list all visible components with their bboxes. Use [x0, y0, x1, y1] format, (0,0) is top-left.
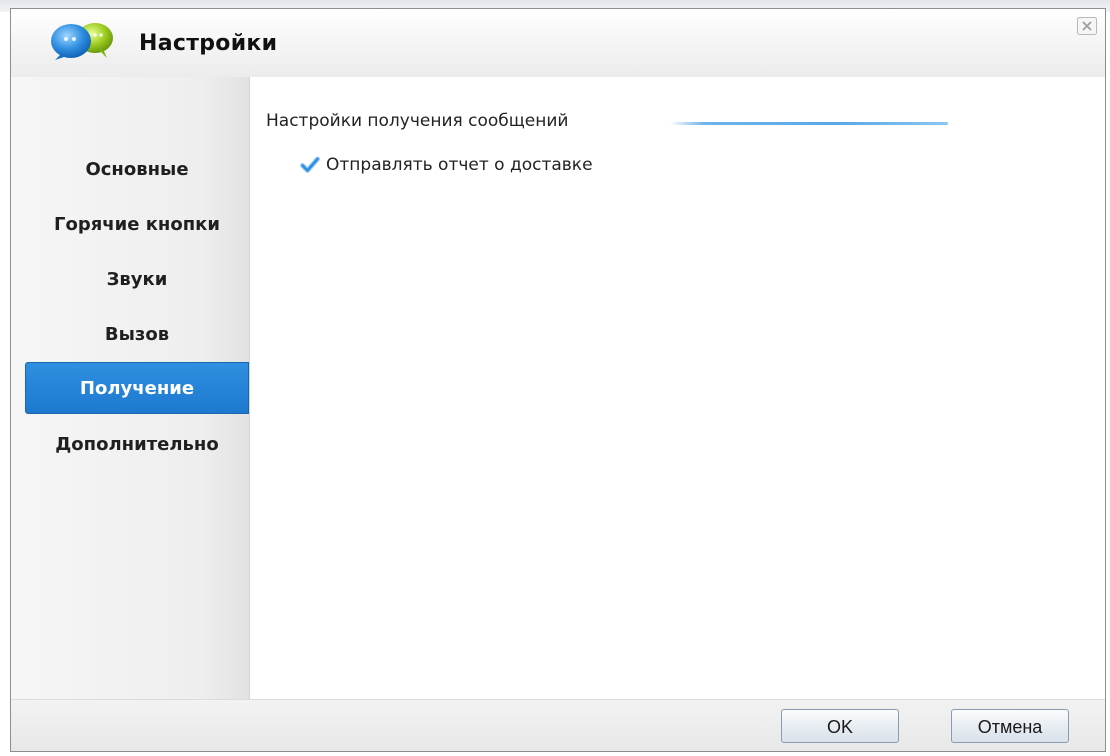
settings-dialog: Настройки Основные Горячие кнопки Звуки …: [10, 8, 1106, 752]
sidebar-item-hotkeys[interactable]: Горячие кнопки: [25, 199, 249, 251]
section-divider: [670, 122, 948, 125]
title-bar: Настройки: [11, 9, 1105, 77]
sidebar-item-call[interactable]: Вызов: [25, 309, 249, 361]
sidebar-item-label: Вызов: [104, 324, 170, 345]
dialog-footer: OK Отмена: [11, 699, 1105, 751]
cancel-button[interactable]: Отмена: [951, 709, 1069, 743]
delivery-report-checkbox[interactable]: [300, 155, 320, 175]
sidebar-item-general[interactable]: Основные: [25, 144, 249, 196]
delivery-report-label: Отправлять отчет о доставке: [326, 155, 593, 175]
window-title: Настройки: [139, 31, 278, 56]
sidebar-item-label: Получение: [79, 378, 195, 399]
chat-bubbles-icon: [47, 21, 119, 61]
sidebar-item-label: Дополнительно: [55, 434, 219, 455]
close-icon[interactable]: [1077, 17, 1097, 35]
sidebar-item-receiving[interactable]: Получение: [25, 362, 249, 414]
sidebar-item-label: Звуки: [106, 269, 168, 290]
sidebar-item-label: Основные: [85, 159, 189, 180]
sidebar-item-sounds[interactable]: Звуки: [25, 254, 249, 306]
settings-content-panel: Настройки получения сообщений Отправлять…: [249, 77, 1105, 699]
sidebar-item-label: Горячие кнопки: [53, 214, 220, 235]
section-title: Настройки получения сообщений: [266, 111, 569, 131]
delivery-report-checkbox-row[interactable]: Отправлять отчет о доставке: [300, 153, 593, 177]
ok-button[interactable]: OK: [781, 709, 899, 743]
sidebar-item-advanced[interactable]: Дополнительно: [25, 419, 249, 471]
settings-sidebar: Основные Горячие кнопки Звуки Вызов Полу…: [11, 77, 249, 699]
